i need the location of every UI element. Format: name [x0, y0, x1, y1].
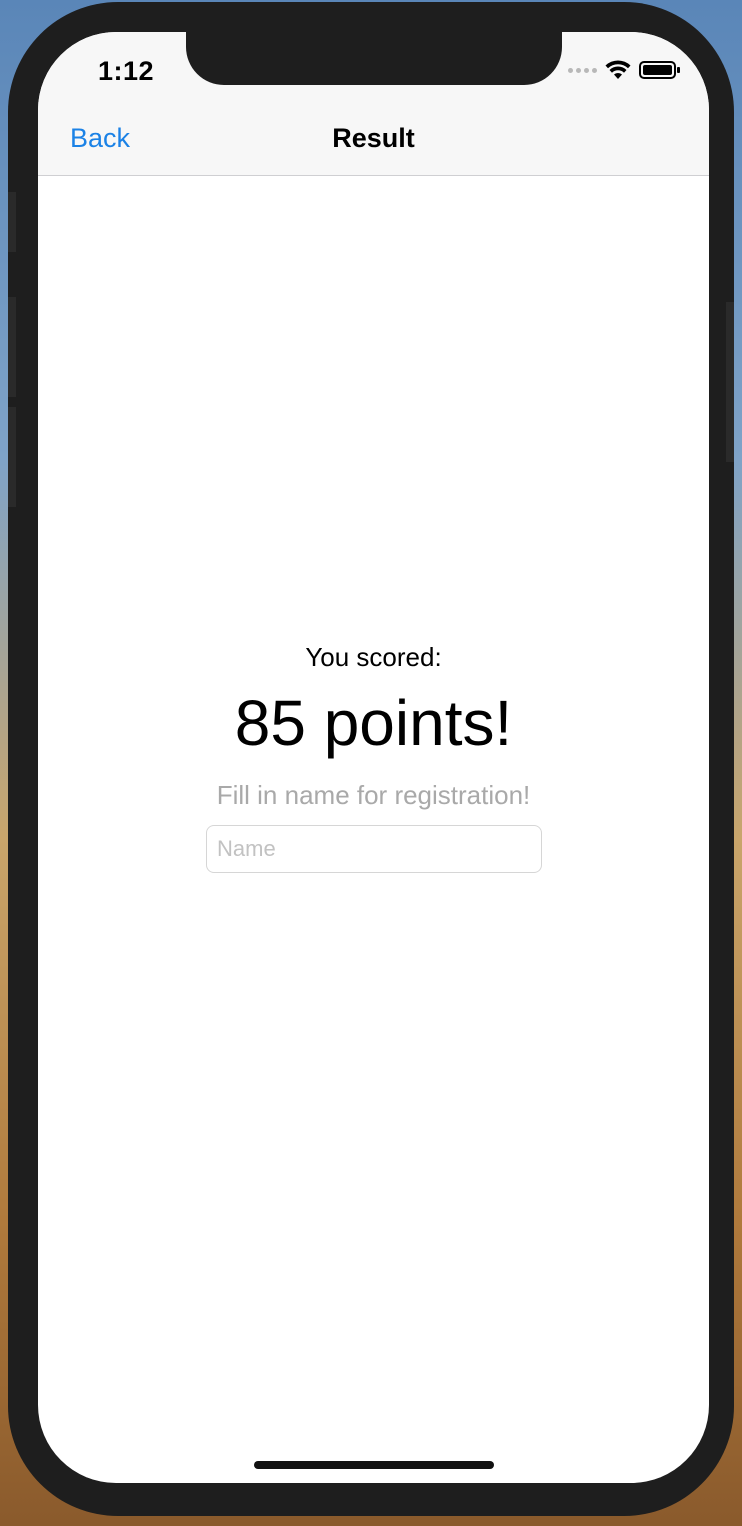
notch: [186, 32, 562, 85]
result-content: You scored: 85 points! Fill in name for …: [38, 176, 709, 1483]
status-time: 1:12: [98, 56, 155, 86]
registration-hint: Fill in name for registration!: [216, 780, 531, 810]
page-title: Result: [332, 123, 415, 153]
battery-icon: [639, 61, 680, 79]
device-screen: 1:12 Result Back You scored: 85 points! …: [38, 32, 709, 1483]
name-input[interactable]: [206, 825, 542, 873]
scored-label: You scored:: [305, 642, 442, 672]
volume-down-button: [8, 407, 16, 507]
wifi-icon: [605, 60, 631, 79]
back-button[interactable]: Back: [70, 123, 130, 154]
volume-up-button: [8, 297, 16, 397]
home-indicator[interactable]: [254, 1461, 494, 1469]
status-icons: [568, 60, 681, 80]
power-button: [726, 302, 734, 462]
mute-switch: [8, 192, 16, 252]
points-display: 85 points!: [234, 687, 513, 759]
signal-dots-icon: [568, 67, 597, 73]
